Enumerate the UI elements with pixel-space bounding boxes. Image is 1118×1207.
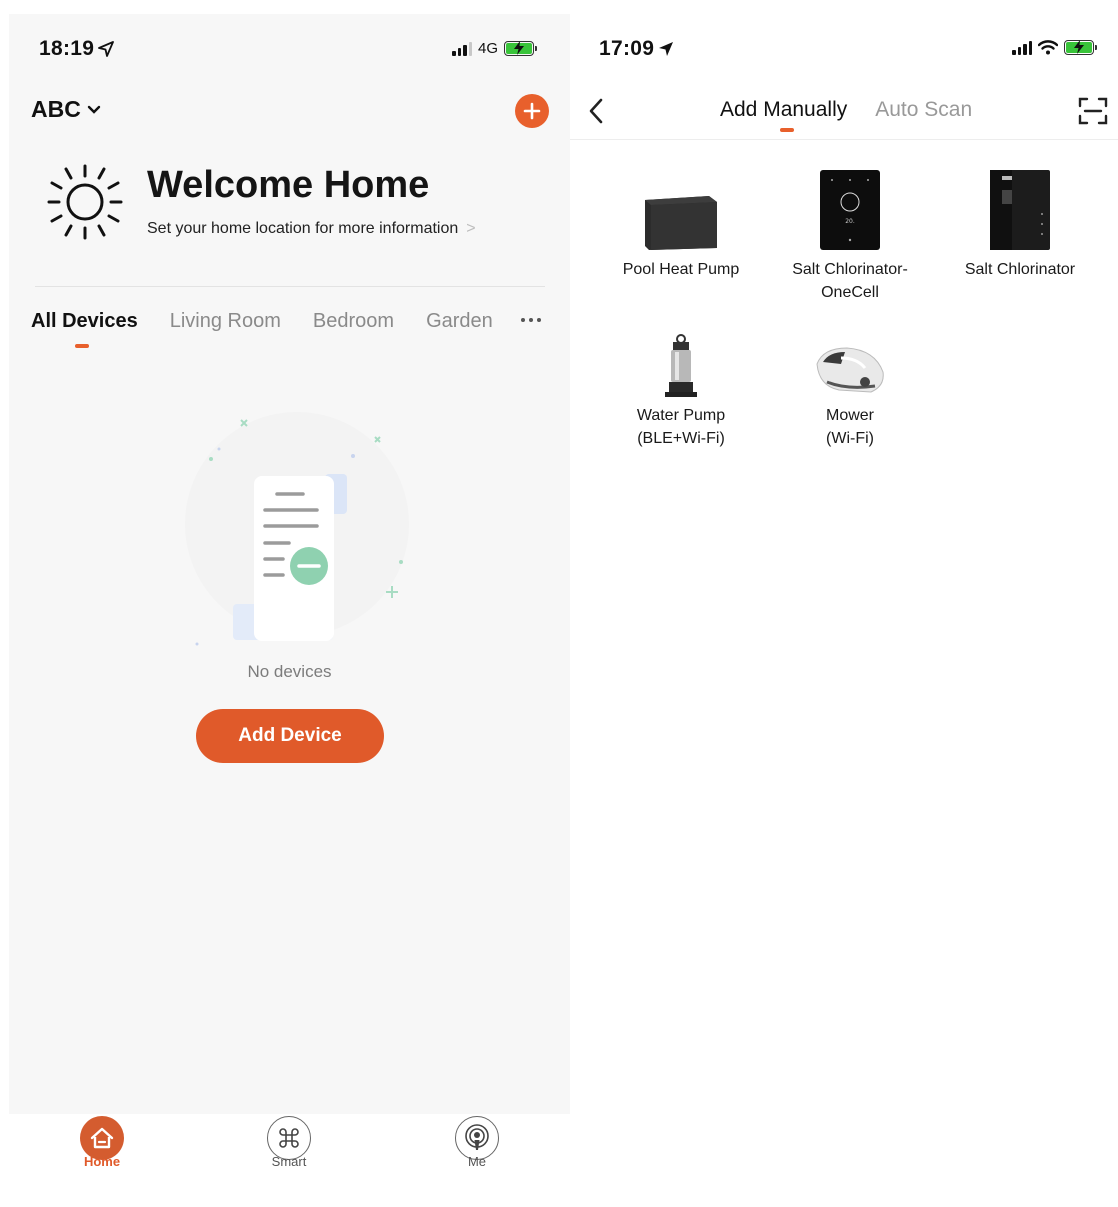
mower-image — [765, 312, 935, 398]
device-name-line2: (Wi-Fi) — [826, 430, 874, 447]
water-pump-image — [596, 312, 766, 398]
add-device-screen: 17:09 Add Manually Auto Scan Pool Heat P… — [570, 14, 1118, 1207]
svg-text:20.: 20. — [845, 218, 855, 225]
active-tab-indicator — [75, 344, 89, 348]
battery-icon — [1064, 40, 1097, 55]
device-salt-chlorinator-onecell[interactable]: 20. Salt Chlorinator- OneCell — [765, 166, 935, 304]
tab-all-devices[interactable]: All Devices — [31, 310, 138, 333]
device-pool-heat-pump[interactable]: Pool Heat Pump — [596, 166, 766, 281]
welcome-subtitle: Set your home location for more informat… — [147, 220, 459, 237]
device-water-pump[interactable]: Water Pump (BLE+Wi-Fi) — [596, 312, 766, 450]
empty-illustration — [185, 412, 409, 646]
tab-auto-scan[interactable]: Auto Scan — [875, 98, 972, 122]
more-dots-icon[interactable] — [521, 318, 541, 322]
tab-me-label: Me — [467, 1154, 487, 1169]
status-time-right: 17:09 — [599, 37, 655, 60]
empty-state-message: No devices — [247, 662, 332, 681]
device-salt-chlorinator[interactable]: Salt Chlorinator — [935, 166, 1105, 281]
battery-icon — [504, 41, 538, 56]
device-name-line2: OneCell — [821, 284, 879, 301]
sun-icon — [47, 164, 123, 240]
bottom-tab-bar: Home Smart Me — [9, 1114, 570, 1194]
device-name-line1: Salt Chlorinator- — [792, 261, 908, 278]
pool-heat-pump-image — [596, 166, 766, 252]
status-bar-right: 17:09 — [570, 14, 1118, 74]
tab-living-room[interactable]: Living Room — [170, 310, 281, 333]
divider — [35, 286, 545, 287]
back-chevron-icon[interactable] — [588, 98, 604, 124]
home-screen: 18:19 4G ABC Welcome Home Set your home … — [9, 14, 570, 1194]
scan-icon[interactable] — [1078, 97, 1108, 125]
welcome-title: Welcome Home — [147, 164, 430, 206]
active-tab-indicator — [780, 128, 794, 132]
signal-icon — [1012, 40, 1032, 55]
room-tabs: All Devices Living Room Bedroom Garden — [31, 310, 493, 333]
plus-icon — [523, 102, 541, 120]
add-device-button[interactable]: Add Device — [196, 709, 384, 763]
network-label: 4G — [478, 40, 499, 57]
tab-bedroom[interactable]: Bedroom — [313, 310, 394, 333]
tab-home[interactable]: Home — [62, 1114, 142, 1169]
add-mode-tabs: Add Manually Auto Scan — [720, 98, 972, 122]
add-button[interactable] — [515, 94, 549, 128]
device-name-line1: Water Pump — [636, 407, 726, 424]
salt-chlorinator-image — [935, 166, 1105, 252]
device-name-line2: (BLE+Wi-Fi) — [637, 430, 725, 447]
status-time-wrap: 18:19 — [39, 37, 115, 61]
home-location-link[interactable]: Set your home location for more informat… — [147, 220, 476, 238]
status-time-right-wrap: 17:09 — [599, 37, 674, 61]
tab-smart[interactable]: Smart — [249, 1114, 329, 1169]
location-arrow-icon — [98, 41, 115, 57]
tab-home-label: Home — [83, 1154, 121, 1169]
device-name-line1: Mower — [825, 407, 874, 424]
tab-me[interactable]: Me — [437, 1114, 517, 1169]
chevron-down-icon — [87, 105, 101, 114]
tab-smart-label: Smart — [271, 1154, 307, 1169]
chevron-right-icon: > — [466, 220, 476, 237]
tab-garden[interactable]: Garden — [426, 310, 493, 333]
divider — [570, 139, 1118, 140]
status-bar: 18:19 4G — [9, 14, 570, 74]
location-arrow-icon — [659, 42, 674, 56]
home-selector[interactable]: ABC — [31, 96, 101, 123]
wifi-icon — [1038, 40, 1058, 55]
device-name-line1: Salt Chlorinator — [964, 261, 1076, 278]
signal-icon — [452, 41, 472, 56]
home-name: ABC — [31, 96, 81, 122]
device-name-line1: Pool Heat Pump — [622, 261, 740, 278]
tab-add-manually[interactable]: Add Manually — [720, 98, 847, 122]
system-icons: 4G — [452, 40, 538, 57]
status-time: 18:19 — [39, 37, 95, 60]
salt-chlorinator-onecell-image: 20. — [765, 166, 935, 252]
device-mower[interactable]: Mower (Wi-Fi) — [765, 312, 935, 450]
system-icons-right — [1012, 40, 1097, 55]
